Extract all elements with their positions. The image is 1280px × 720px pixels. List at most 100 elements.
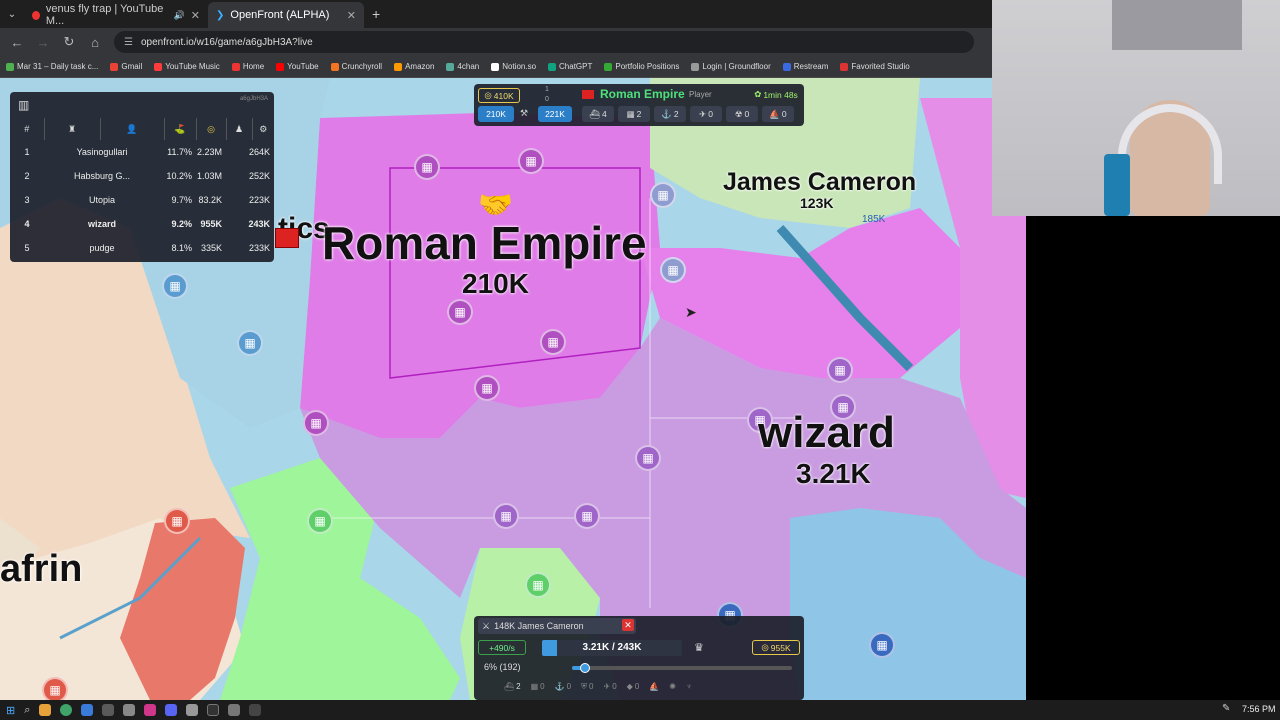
close-tab-icon[interactable]: ✕ [191, 9, 200, 22]
leaderboard-row[interactable]: 5 pudge 8.1% 335K 233K [10, 236, 274, 260]
city-icon[interactable]: ▦ [447, 299, 473, 325]
site-info-icon[interactable]: ☰ [124, 37, 133, 48]
city-icon[interactable]: ▦ [540, 329, 566, 355]
city-icon[interactable]: ▦ [827, 357, 853, 383]
build-option[interactable]: ⛵ [649, 682, 659, 698]
header-territory-icon[interactable]: ⛳ [164, 118, 197, 140]
build-option[interactable]: ▦ 0 [531, 682, 545, 698]
build-option[interactable]: ✈ 0 [604, 682, 617, 698]
leaderboard-row[interactable]: 3 Utopia 9.7% 83.2K 223K [10, 188, 274, 212]
discord-icon[interactable] [165, 704, 178, 716]
city-icon[interactable]: ▦ [162, 273, 188, 299]
bookmark-item[interactable]: Restream [782, 62, 828, 71]
tab-title: venus fly trap | YouTube M... [45, 3, 164, 27]
bookmark-item[interactable]: Amazon [394, 62, 434, 71]
map-label-afrin-name: afrin [0, 548, 83, 590]
new-tab-icon[interactable]: + [372, 6, 380, 22]
city-icon[interactable]: ▦ [574, 503, 600, 529]
leaderboard-row[interactable]: 2 Habsburg G... 10.2% 1.03M 252K [10, 164, 274, 188]
app-icon[interactable] [186, 704, 199, 716]
bookmark-item[interactable]: Gmail [110, 62, 142, 71]
close-tab-icon[interactable]: ✕ [347, 9, 356, 22]
city-icon[interactable]: ▦ [307, 508, 333, 534]
city-icon[interactable]: ▦ [518, 148, 544, 174]
url-field[interactable]: ☰ openfront.io/w16/game/a6gJbH3A?live [114, 31, 974, 53]
gold-pill: ◎ 410K [478, 88, 520, 103]
header-rank[interactable]: # [10, 118, 45, 140]
bookmark-label: Amazon [405, 62, 435, 71]
workers-value: 221K [545, 109, 565, 119]
city-icon[interactable]: ▦ [650, 182, 676, 208]
terminal-icon[interactable] [207, 704, 220, 716]
attack-ratio-slider[interactable] [572, 663, 792, 673]
bookmark-item[interactable]: 4chan [446, 62, 479, 71]
build-option[interactable]: ⚓ 0 [555, 682, 571, 698]
cancel-attack-icon[interactable]: ✕ [622, 619, 634, 631]
build-option[interactable]: ◆ 0 [627, 682, 640, 698]
city-icon[interactable]: ▦ [474, 375, 500, 401]
city-icon[interactable]: ▦ [869, 632, 895, 658]
bookmark-item[interactable]: Notion.so [491, 62, 536, 71]
unit-count: 0 [781, 109, 787, 119]
city-icon[interactable]: ▦ [414, 154, 440, 180]
back-icon[interactable]: ← [10, 35, 24, 50]
bookmark-item[interactable]: Crunchyroll [330, 62, 382, 71]
reload-icon[interactable]: ↻ [62, 34, 76, 50]
city-icon[interactable]: ▦ [493, 503, 519, 529]
tab-openfront[interactable]: ❯ OpenFront (ALPHA) ✕ [208, 2, 364, 28]
build-option[interactable]: ✺ [669, 682, 676, 698]
bookmark-item[interactable]: Mar 31 – Daily task c... [6, 62, 98, 71]
attack-ratio-label: 6% (192) [484, 662, 521, 672]
city-icon[interactable]: ▦ [42, 677, 68, 700]
app-icon[interactable] [249, 704, 262, 716]
leaderboard-row[interactable]: 1 Yasinogullari 11.7% 2.23M 264K [10, 140, 274, 164]
bookmark-item[interactable]: ChatGPT [548, 62, 592, 71]
tab-search-icon[interactable]: ⌄ [0, 9, 24, 20]
start-icon[interactable]: ⊞ [6, 704, 15, 717]
unit-icon: ⛴ [589, 108, 601, 119]
search-icon[interactable]: ⌕ [24, 704, 30, 717]
slider-handle[interactable] [580, 663, 591, 673]
app-icon[interactable] [144, 704, 157, 716]
bookmark-label: Notion.so [502, 62, 537, 71]
tab-youtube[interactable]: venus fly trap | YouTube M... 🔊 ✕ [24, 2, 208, 28]
header-troops-icon[interactable]: ♟ [226, 118, 253, 140]
openfront-icon: ❯ [216, 9, 225, 21]
leaderboard-toggle-icon[interactable]: ▥ [18, 98, 29, 112]
build-option[interactable]: ♆ [686, 682, 692, 698]
bookmark-label: YouTube [287, 62, 319, 71]
city-icon[interactable]: ▦ [660, 257, 686, 283]
bookmark-item[interactable]: Favorited Studio [840, 62, 910, 71]
bookmark-item[interactable]: Login | Groundfloor [691, 62, 771, 71]
city-icon[interactable]: ▦ [635, 445, 661, 471]
forward-icon[interactable]: → [36, 35, 50, 50]
home-icon[interactable]: ⌂ [88, 35, 102, 50]
bookmark-item[interactable]: Home [231, 62, 264, 71]
app-icon[interactable] [39, 704, 52, 716]
settings-icon[interactable] [228, 704, 241, 716]
chrome-icon[interactable] [60, 704, 73, 716]
troops-type-icon[interactable]: ♛ [694, 641, 704, 654]
header-flag-icon[interactable]: ♜ [44, 118, 101, 140]
city-icon[interactable]: ▦ [237, 330, 263, 356]
city-icon[interactable]: ▦ [303, 410, 329, 436]
attack-target[interactable]: ⚔ 148K James Cameron [478, 618, 636, 634]
city-icon[interactable]: ▦ [164, 508, 190, 534]
app-icon[interactable] [123, 704, 136, 716]
app-icon[interactable] [81, 704, 94, 716]
header-settings-icon[interactable]: ⚙ [252, 118, 274, 140]
bookmark-item[interactable]: YouTube [276, 62, 319, 71]
unit-icon: ▦ [626, 108, 635, 119]
city-icon[interactable]: ▦ [525, 572, 551, 598]
leaderboard-row[interactable]: 4 wizard 9.2% 955K 243K [10, 212, 274, 236]
unit-icon: ✈ [699, 108, 707, 119]
build-option[interactable]: ⛨ 0 [581, 682, 593, 698]
header-player-icon[interactable]: 👤 [100, 118, 165, 140]
build-option[interactable]: ⛴ 2 [504, 682, 521, 698]
timer-pill: ✿ 1min 48s [750, 87, 802, 102]
pen-icon[interactable]: ✎ [1222, 703, 1230, 714]
app-icon[interactable] [102, 704, 115, 716]
bookmark-item[interactable]: YouTube Music [154, 62, 220, 71]
header-gold-icon[interactable]: ◎ [196, 118, 227, 140]
bookmark-item[interactable]: Portfolio Positions [604, 62, 679, 71]
